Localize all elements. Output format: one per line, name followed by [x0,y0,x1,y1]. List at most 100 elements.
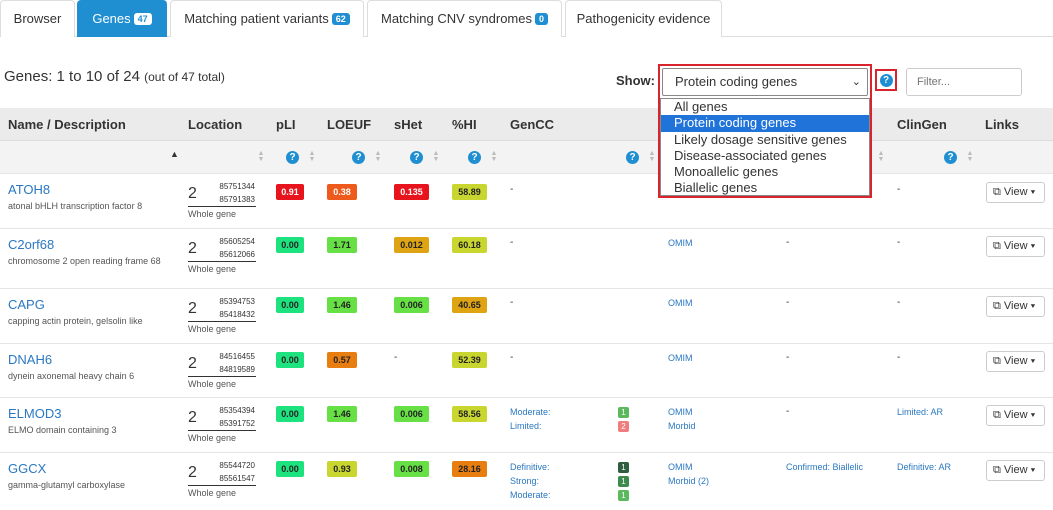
option-biallelic-genes[interactable]: Biallelic genes [661,180,869,196]
col-loeuf[interactable]: LOEUF [327,117,371,132]
gene-type-select[interactable]: Protein coding genes ⌄ [662,68,868,96]
loeuf-badge: 1.71 [327,237,357,253]
gencc-classification[interactable]: Moderate: [510,488,551,502]
gene2phenotype-value: - [786,237,790,248]
summary-total: (out of 47 total) [144,70,225,84]
help-icon[interactable]: ? [626,151,639,164]
help-icon[interactable]: ? [879,73,893,87]
gencc-classification[interactable]: Moderate: [510,405,551,419]
gene-description: gamma-glutamyl carboxylase [8,480,126,490]
sort-icon[interactable]: ▲ ▼ [490,150,498,163]
show-label: Show: [616,73,655,88]
clingen-value: - [897,297,901,308]
option-monoallelic-genes[interactable]: Monoallelic genes [661,164,869,180]
gene-description: dynein axonemal heavy chain 6 [8,371,135,381]
pli-badge: 0.00 [276,406,304,422]
position-end: 85561547 [219,474,255,483]
gencc-classification[interactable]: Definitive: [510,460,550,474]
view-label: View [1003,186,1028,198]
col-shet[interactable]: sHet [394,117,422,132]
caret-down-icon: ▾ [1030,355,1036,367]
gene-link[interactable]: ELMOD3 [8,406,61,421]
clingen-link[interactable]: Definitive: AR [897,460,951,474]
tab-pathogenicity-evidence[interactable]: Pathogenicity evidence [565,0,722,37]
col-gencc[interactable]: GenCC [510,117,554,132]
gene-link[interactable]: C2orf68 [8,237,54,252]
view-dropdown-button[interactable]: ⧉ View ▾ [986,351,1045,372]
select-value: Protein coding genes [675,74,798,89]
gene-link[interactable]: ATOH8 [8,182,50,197]
gencc-value: - [510,352,514,363]
gene-link[interactable]: CAPG [8,297,45,312]
col-name[interactable]: Name / Description [8,117,126,132]
shet-badge: 0.006 [394,297,429,313]
sort-icon[interactable]: ▲ ▼ [877,150,885,163]
col-pli[interactable]: pLI [276,117,296,132]
chromosome: 2 [188,409,197,426]
clingen-link[interactable]: Limited: AR [897,405,943,419]
tab-matching-cnv-syndromes[interactable]: Matching CNV syndromes 0 [367,0,562,37]
tab-genes[interactable]: Genes 47 [77,0,167,37]
option-disease-associated-genes[interactable]: Disease-associated genes [661,148,869,164]
omim-link[interactable]: OMIM [668,460,693,474]
view-label: View [1003,464,1028,476]
option-protein-coding-genes[interactable]: Protein coding genes [661,115,869,132]
omim-link[interactable]: OMIM [668,236,693,250]
sort-ascending-icon[interactable]: ▲ [170,149,179,159]
tab-label: Matching CNV syndromes [380,11,532,26]
help-icon[interactable]: ? [352,151,365,164]
view-dropdown-button[interactable]: ⧉ View ▾ [986,405,1045,426]
gene-link[interactable]: DNAH6 [8,352,52,367]
gencc-value: - [510,237,514,248]
shet-badge: 0.008 [394,461,429,477]
col-clingen[interactable]: ClinGen [897,117,947,132]
filter-input[interactable] [906,68,1022,96]
help-icon[interactable]: ? [410,151,423,164]
hi-badge: 28.16 [452,461,487,477]
view-dropdown-button[interactable]: ⧉ View ▾ [986,460,1045,481]
tab-browser[interactable]: Browser [0,0,75,37]
help-icon[interactable]: ? [468,151,481,164]
col-links: Links [985,117,1019,132]
view-dropdown-button[interactable]: ⧉ View ▾ [986,182,1045,203]
omim-link[interactable]: OMIM [668,351,693,365]
position-start: 85751344 [219,182,255,191]
pli-badge: 0.00 [276,237,304,253]
gene-description: ELMO domain containing 3 [8,425,117,435]
help-icon[interactable]: ? [944,151,957,164]
table-row: CAPG capping actin protein, gelsolin lik… [0,288,1053,343]
sort-icon[interactable]: ▲ ▼ [374,150,382,163]
caret-down-icon: ▾ [1030,464,1036,476]
clingen-value: - [897,237,901,248]
tab-badge: 0 [534,13,548,25]
omim-link[interactable]: OMIM [668,296,693,310]
gene-link[interactable]: GGCX [8,461,46,476]
loeuf-badge: 0.57 [327,352,357,368]
gencc-classification[interactable]: Strong: [510,474,539,488]
col-location[interactable]: Location [188,117,242,132]
region-label: Whole gene [188,264,237,274]
view-dropdown-button[interactable]: ⧉ View ▾ [986,236,1045,257]
sort-icon[interactable]: ▲ ▼ [257,150,265,163]
tab-label: Pathogenicity evidence [576,11,711,26]
omim-link[interactable]: OMIM [668,405,693,419]
sort-icon[interactable]: ▲ ▼ [308,150,316,163]
gene2phenotype-link[interactable]: Confirmed: Biallelic [786,460,863,474]
morbid-link[interactable]: Morbid (2) [668,474,709,488]
sort-icon[interactable]: ▲ ▼ [432,150,440,163]
option-likely-dosage-sensitive-genes[interactable]: Likely dosage sensitive genes [661,132,869,148]
sort-icon[interactable]: ▲ ▼ [648,150,656,163]
table-row: C2orf68 chromosome 2 open reading frame … [0,228,1053,288]
gene2phenotype-value: - [786,297,790,308]
help-icon[interactable]: ? [286,151,299,164]
external-link-icon: ⧉ [993,300,1001,312]
gencc-classification[interactable]: Limited: [510,419,542,433]
morbid-link[interactable]: Morbid [668,419,696,433]
sort-icon[interactable]: ▲ ▼ [966,150,974,163]
col-hi[interactable]: %HI [452,117,477,132]
view-dropdown-button[interactable]: ⧉ View ▾ [986,296,1045,317]
gencc-count-badge: 1 [618,407,629,418]
option-all-genes[interactable]: All genes [661,99,869,115]
loeuf-badge: 0.93 [327,461,357,477]
tab-matching-patient-variants[interactable]: Matching patient variants 62 [170,0,364,37]
